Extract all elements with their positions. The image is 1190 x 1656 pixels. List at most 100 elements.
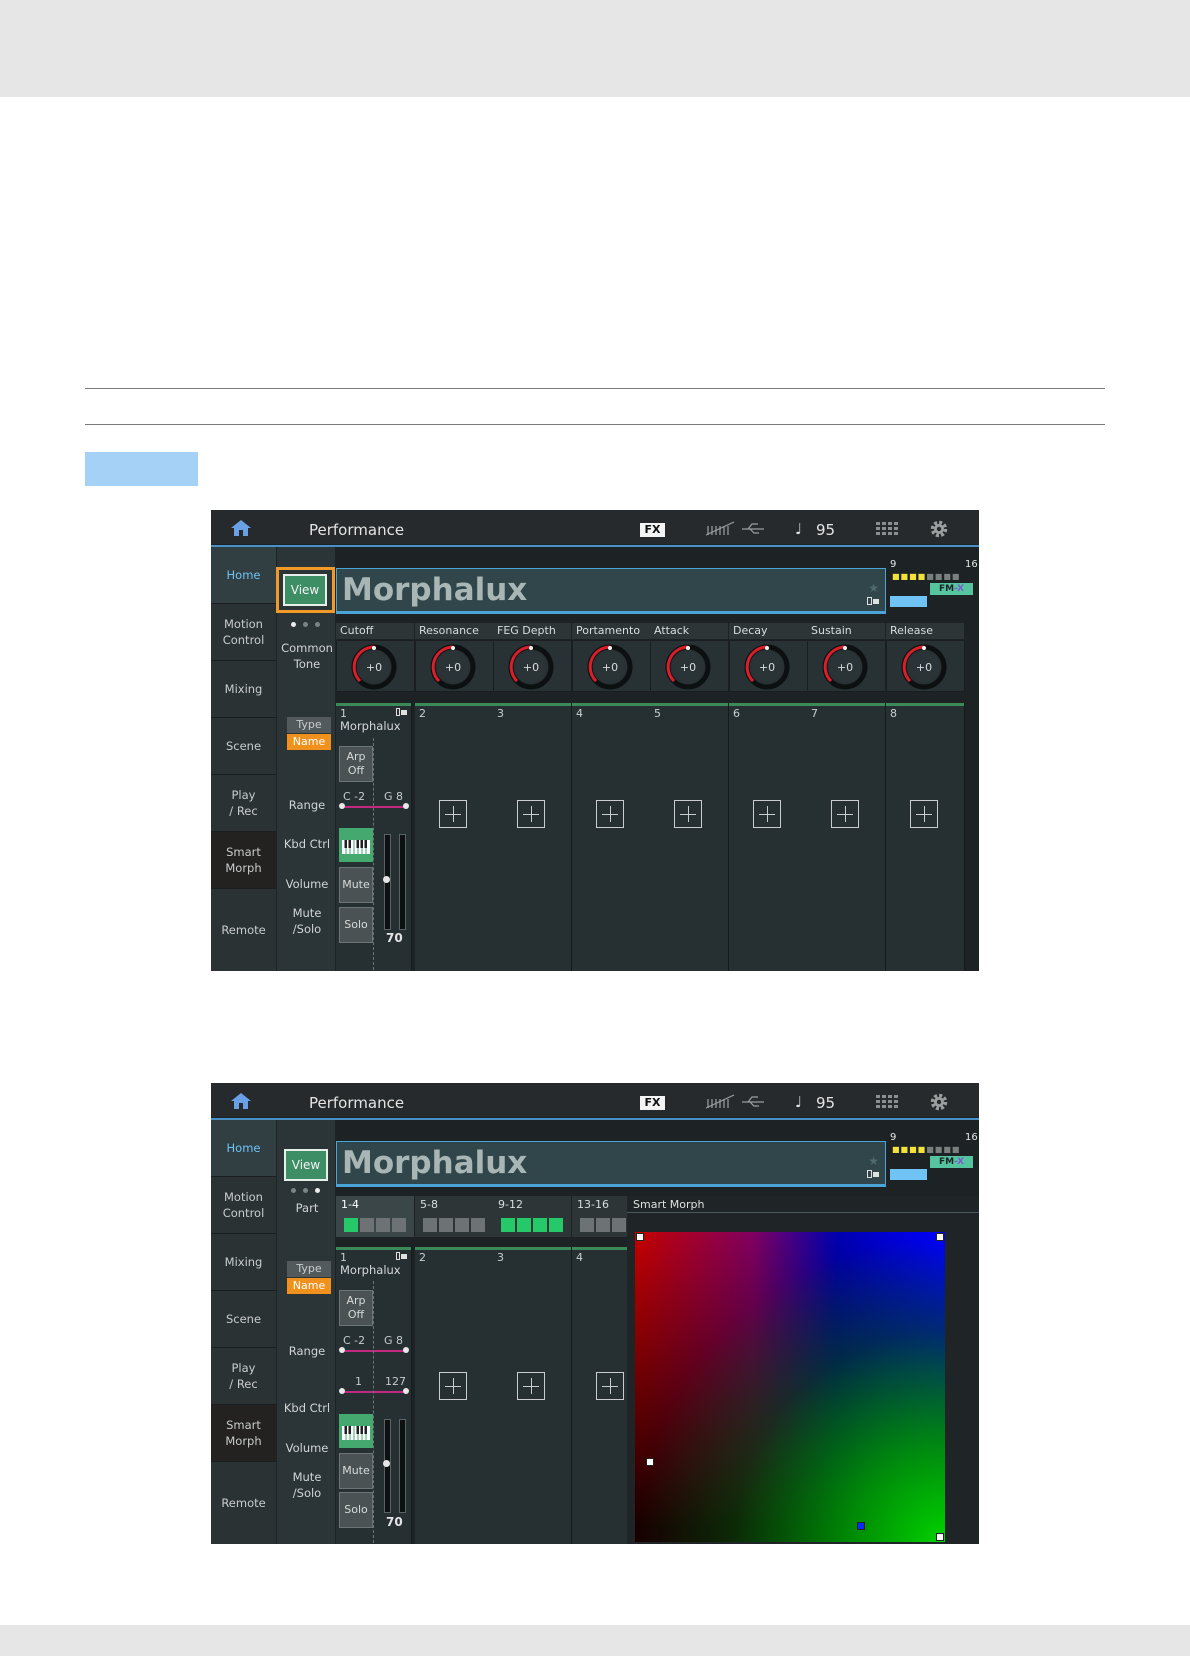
range-handle-high[interactable] xyxy=(403,1347,409,1353)
type-name-toggle[interactable]: Type Name xyxy=(287,717,331,751)
volume-fader-handle[interactable] xyxy=(383,1460,390,1467)
performance-screen-smart-morph: Performance FX ♩ 95 Home Motion Control … xyxy=(211,1083,979,1544)
fx-indicator[interactable]: FX xyxy=(640,523,665,537)
add-part-icon[interactable] xyxy=(831,800,859,828)
gear-icon[interactable] xyxy=(929,519,949,539)
knob-icon[interactable]: +0 xyxy=(822,644,868,690)
add-part-icon[interactable] xyxy=(596,1372,624,1400)
name-option[interactable]: Name xyxy=(287,734,331,750)
part-range-end: 16 xyxy=(965,559,978,570)
add-part-icon[interactable] xyxy=(517,800,545,828)
arp-off-button[interactable]: Arp Off xyxy=(339,1290,373,1326)
morph-point[interactable] xyxy=(936,1233,944,1241)
part-cell-7[interactable]: 7 xyxy=(807,703,886,971)
morph-cursor[interactable] xyxy=(857,1522,865,1530)
volume-label: Volume xyxy=(285,1441,329,1455)
range-handle-low[interactable] xyxy=(339,803,345,809)
sidebar-item-mixing[interactable]: Mixing xyxy=(211,1234,276,1291)
sidebar-item-motion-control[interactable]: Motion Control xyxy=(211,604,276,661)
part-range-end: 16 xyxy=(965,1132,978,1143)
morph-point[interactable] xyxy=(936,1533,944,1541)
sidebar-item-home[interactable]: Home xyxy=(211,547,276,604)
type-option[interactable]: Type xyxy=(287,1261,331,1277)
range-handle-high[interactable] xyxy=(403,803,409,809)
knob-icon[interactable]: +0 xyxy=(587,644,633,690)
name-option[interactable]: Name xyxy=(287,1278,331,1294)
morph-point[interactable] xyxy=(636,1233,644,1241)
knob-icon[interactable]: +0 xyxy=(665,644,711,690)
add-part-icon[interactable] xyxy=(910,800,938,828)
sidebar-item-play-rec[interactable]: Play / Rec xyxy=(211,1348,276,1405)
add-part-icon[interactable] xyxy=(674,800,702,828)
add-part-icon[interactable] xyxy=(753,800,781,828)
add-part-icon[interactable] xyxy=(439,1372,467,1400)
knob-icon[interactable]: +0 xyxy=(430,644,476,690)
sidebar-item-smart-morph[interactable]: Smart Morph xyxy=(211,832,276,889)
home-icon[interactable] xyxy=(231,1093,251,1109)
part-cell-2[interactable]: 2 xyxy=(415,1247,494,1544)
knob-icon[interactable]: +0 xyxy=(351,644,397,690)
page-dot-3 xyxy=(315,622,320,627)
kbd-ctrl-toggle[interactable] xyxy=(339,828,373,862)
view-button[interactable]: View xyxy=(284,1149,328,1181)
favorite-star-icon[interactable]: ★ xyxy=(868,581,879,595)
part-cell-4[interactable]: 4 xyxy=(572,703,651,971)
part-cell-6[interactable]: 6 xyxy=(729,703,808,971)
part-cell-1[interactable]: 1 Morphalux Arp Off C -2 G 8 1 127 Mute … xyxy=(336,1247,412,1544)
mute-button[interactable]: Mute xyxy=(339,1453,373,1489)
velocity-range-slider[interactable]: 1 127 xyxy=(339,1375,409,1399)
quick-access-grid-icon[interactable] xyxy=(876,522,898,536)
arp-off-button[interactable]: Arp Off xyxy=(339,746,373,782)
part-cell-1[interactable]: 1 Morphalux Arp Off C -2 G 8 Mute Solo 7… xyxy=(336,703,412,971)
quick-access-grid-icon[interactable] xyxy=(876,1095,898,1109)
sidebar-item-mixing[interactable]: Mixing xyxy=(211,661,276,718)
note-range-slider[interactable]: C -2 G 8 xyxy=(339,1334,409,1358)
gear-icon[interactable] xyxy=(929,1092,949,1112)
range-handle-low[interactable] xyxy=(339,1347,345,1353)
part-cell-top xyxy=(572,703,650,706)
velocity-handle-high[interactable] xyxy=(403,1388,409,1394)
favorite-star-icon[interactable]: ★ xyxy=(868,1154,879,1168)
knob-icon[interactable]: +0 xyxy=(744,644,790,690)
performance-name-field[interactable]: Morphalux ★ xyxy=(336,1141,886,1185)
smart-morph-map[interactable] xyxy=(635,1232,945,1542)
knob-icon[interactable]: +0 xyxy=(508,644,554,690)
sidebar-item-scene[interactable]: Scene xyxy=(211,718,276,775)
performance-name-field[interactable]: Morphalux ★ xyxy=(336,568,886,612)
fx-indicator[interactable]: FX xyxy=(640,1096,665,1110)
add-part-icon[interactable] xyxy=(517,1372,545,1400)
volume-fader-handle[interactable] xyxy=(383,876,390,883)
velocity-handle-low[interactable] xyxy=(339,1388,345,1394)
home-icon[interactable] xyxy=(231,520,251,536)
part-cell-8[interactable]: 8 xyxy=(886,703,965,971)
add-part-icon[interactable] xyxy=(439,800,467,828)
sidebar-item-home[interactable]: Home xyxy=(211,1120,276,1177)
type-option[interactable]: Type xyxy=(287,717,331,733)
sidebar-item-smart-morph[interactable]: Smart Morph xyxy=(211,1405,276,1462)
sidebar-item-remote[interactable]: Remote xyxy=(211,1462,276,1544)
tempo-value[interactable]: 95 xyxy=(816,521,835,539)
kbd-ctrl-toggle[interactable] xyxy=(339,1414,373,1448)
sidebar-item-motion-control[interactable]: Motion Control xyxy=(211,1177,276,1234)
part-group-tab-5-8[interactable]: 5-8 xyxy=(415,1196,493,1237)
part-cell-3[interactable]: 3 xyxy=(493,1247,572,1544)
mute-button[interactable]: Mute xyxy=(339,867,373,903)
knob-icon[interactable]: +0 xyxy=(901,644,947,690)
part-cell-5[interactable]: 5 xyxy=(650,703,729,971)
part-group-tab-1-4[interactable]: 1-4 xyxy=(336,1196,414,1237)
sidebar-item-play-rec[interactable]: Play / Rec xyxy=(211,775,276,832)
sidebar-item-scene[interactable]: Scene xyxy=(211,1291,276,1348)
part-group-tab-9-12[interactable]: 9-12 xyxy=(493,1196,571,1237)
solo-button[interactable]: Solo xyxy=(339,1492,373,1528)
type-name-toggle[interactable]: Type Name xyxy=(287,1261,331,1295)
sidebar-item-remote[interactable]: Remote xyxy=(211,889,276,971)
part-cell-2[interactable]: 2 xyxy=(415,703,494,971)
part-cell-3[interactable]: 3 xyxy=(493,703,572,971)
solo-button[interactable]: Solo xyxy=(339,907,373,943)
add-part-icon[interactable] xyxy=(596,800,624,828)
note-range-slider[interactable]: C -2 G 8 xyxy=(339,790,409,814)
morph-point[interactable] xyxy=(646,1458,654,1466)
part-status-square xyxy=(423,1218,437,1232)
param-label-resonance: Resonance xyxy=(415,623,493,639)
tempo-value[interactable]: 95 xyxy=(816,1094,835,1112)
